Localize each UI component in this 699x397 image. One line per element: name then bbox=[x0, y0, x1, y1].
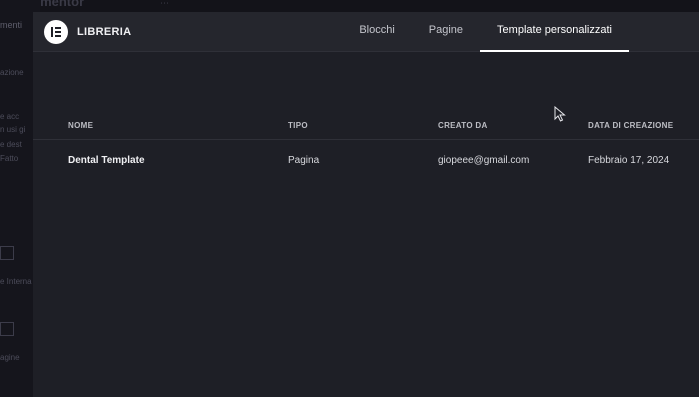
template-name: Dental Template bbox=[68, 155, 145, 166]
tab-template-personalizzati[interactable]: Template personalizzati bbox=[480, 12, 629, 52]
editor-panel-text: e Interna bbox=[0, 277, 32, 286]
tab-blocchi[interactable]: Blocchi bbox=[342, 12, 411, 52]
template-date: Febbraio 17, 2024 bbox=[588, 155, 670, 166]
mouse-cursor-icon bbox=[554, 106, 566, 122]
grid-icon: ⋯ bbox=[160, 0, 169, 8]
template-type: Pagina bbox=[288, 155, 320, 166]
editor-topbar: elementor ⋯ bbox=[0, 0, 699, 12]
elementor-logo-icon bbox=[44, 20, 68, 44]
template-author: giopeee@gmail.com bbox=[438, 155, 530, 166]
editor-panel-text: agine bbox=[0, 353, 20, 362]
editor-panel-text: e acc bbox=[0, 112, 20, 121]
column-header-created-on[interactable]: DATA DI CREAZIONE bbox=[588, 121, 673, 130]
column-header-type[interactable]: TIPO bbox=[288, 121, 308, 130]
editor-panel-text: Fatto bbox=[0, 154, 19, 163]
image-widget-icon bbox=[0, 322, 14, 336]
column-header-name[interactable]: NOME bbox=[68, 121, 93, 130]
editor-panel-text: n usi gi bbox=[0, 125, 26, 134]
library-tabs: Blocchi Pagine Template personalizzati bbox=[342, 12, 629, 52]
editor-panel-text: e dest bbox=[0, 140, 22, 149]
tab-pagine[interactable]: Pagine bbox=[412, 12, 480, 52]
library-header: LIBRERIA Blocchi Pagine Template persona… bbox=[33, 12, 699, 52]
table-row[interactable]: Dental Template Pagina giopeee@gmail.com… bbox=[33, 140, 699, 182]
templates-table: NOME TIPO CREATO DA DATA DI CREAZIONE De… bbox=[33, 112, 699, 182]
library-modal: LIBRERIA Blocchi Pagine Template persona… bbox=[33, 12, 699, 397]
editor-panel-tab: menti bbox=[0, 20, 23, 30]
editor-panel-text: azione bbox=[0, 68, 24, 77]
column-header-created-by[interactable]: CREATO DA bbox=[438, 121, 488, 130]
table-header: NOME TIPO CREATO DA DATA DI CREAZIONE bbox=[33, 112, 699, 140]
library-title: LIBRERIA bbox=[77, 26, 132, 38]
text-editor-widget-icon bbox=[0, 246, 14, 260]
